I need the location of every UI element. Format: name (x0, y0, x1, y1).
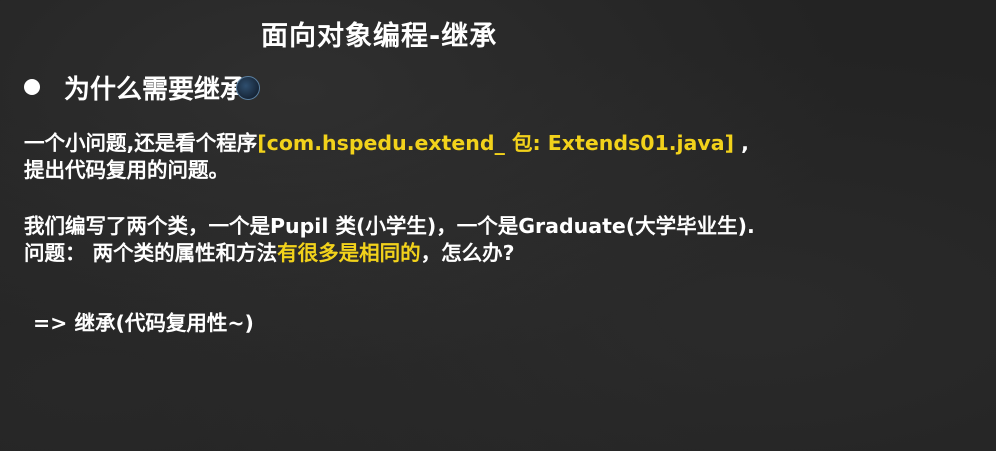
question-highlight: 有很多是相同的 (277, 241, 421, 265)
question-suffix: ，怎么办? (420, 241, 515, 265)
program-path-highlight: [com.hspedu.extend_ 包: Extends01.java] (257, 131, 734, 155)
bullet-heading: 为什么需要继承 (24, 69, 261, 105)
paragraph-program: 一个小问题,还是看个程序[com.hspedu.extend_ 包: Exten… (24, 130, 749, 184)
paragraph-classes: 我们编写了两个类，一个是Pupil 类(小学生)，一个是Graduate(大学毕… (24, 213, 755, 267)
bullet-dot-icon (24, 79, 40, 95)
paragraph-classes-line1: 我们编写了两个类，一个是Pupil 类(小学生)，一个是Graduate(大学毕… (24, 214, 755, 238)
bullet-text: 为什么需要继承 (64, 74, 247, 105)
conclusion-text: => 继承(代码复用性~) (33, 311, 254, 335)
cursor-badge-icon (236, 76, 261, 100)
paragraph-classes-line2: 问题： 两个类的属性和方法有很多是相同的，怎么办? (24, 240, 755, 267)
question-text: 问题： 两个类的属性和方法 (24, 241, 278, 265)
program-intro-suffix: , (733, 131, 749, 155)
slide-title: 面向对象编程-继承 (261, 21, 498, 52)
paragraph-program-line1: 一个小问题,还是看个程序[com.hspedu.extend_ 包: Exten… (24, 130, 749, 157)
paragraph-program-line2: 提出代码复用的问题。 (24, 158, 229, 182)
slide: 面向对象编程-继承 为什么需要继承 一个小问题,还是看个程序[com.hsped… (0, 0, 996, 451)
program-intro-text: 一个小问题,还是看个程序 (24, 131, 258, 155)
